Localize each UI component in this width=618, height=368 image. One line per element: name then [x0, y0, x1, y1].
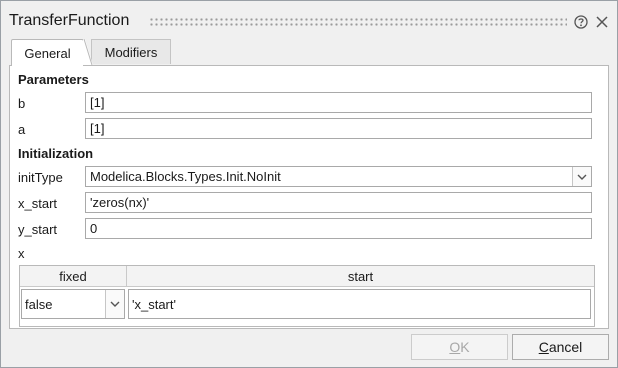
parameters-heading: Parameters	[18, 72, 89, 87]
tab-modifiers[interactable]: Modifiers	[91, 39, 171, 64]
x-start-label: x_start	[18, 196, 58, 211]
fixed-value: false	[25, 297, 53, 312]
x-label: x	[18, 246, 25, 261]
b-label: b	[18, 96, 26, 111]
y-start-field[interactable]: 0	[85, 218, 592, 239]
cancel-label-accel: C	[538, 339, 549, 355]
ok-label-rest: K	[460, 339, 470, 355]
cancel-label-rest: ancel	[548, 339, 583, 355]
window-title: TransferFunction	[9, 12, 130, 29]
start-value: 'x_start'	[132, 297, 176, 312]
y-start-label: y_start	[18, 222, 58, 237]
inittype-dropdown-button[interactable]	[572, 167, 591, 186]
a-field[interactable]: [1]	[85, 118, 592, 139]
ok-label-accel: O	[449, 339, 461, 355]
column-header-fixed[interactable]: fixed	[20, 266, 127, 287]
fixed-dropdown-button[interactable]	[105, 290, 124, 318]
x-start-field[interactable]: 'zeros(nx)'	[85, 192, 592, 213]
tab-general[interactable]: General	[11, 39, 84, 66]
a-label: a	[18, 122, 26, 137]
tab-general-edge	[83, 39, 93, 66]
drag-grip[interactable]	[149, 17, 567, 27]
tab-general-label: General	[24, 45, 71, 61]
inittype-value: Modelica.Blocks.Types.Init.NoInit	[90, 169, 281, 184]
help-icon[interactable]	[574, 15, 588, 29]
inittype-select[interactable]: Modelica.Blocks.Types.Init.NoInit	[85, 166, 592, 187]
ok-button[interactable]: OK	[411, 334, 508, 360]
x-table: fixed start false 'x_start'	[19, 265, 595, 327]
column-header-start-label: start	[347, 268, 374, 284]
inittype-label: initType	[18, 170, 63, 185]
tab-bar: General Modifiers	[9, 39, 609, 66]
dialog-window: TransferFunction General Modifiers Param…	[0, 0, 618, 368]
initialization-heading: Initialization	[18, 146, 94, 161]
start-field[interactable]: 'x_start'	[128, 289, 591, 319]
fixed-select[interactable]: false	[21, 289, 125, 319]
close-icon[interactable]	[595, 15, 609, 29]
general-panel: Parameters b [1] a [1] Initialization in…	[9, 65, 609, 329]
column-header-start[interactable]: start	[127, 266, 594, 287]
b-field[interactable]: [1]	[85, 92, 592, 113]
chevron-down-icon	[577, 174, 587, 180]
column-header-fixed-label: fixed	[59, 268, 87, 284]
chevron-down-icon	[110, 301, 120, 307]
tab-modifiers-label: Modifiers	[104, 44, 158, 60]
cancel-button[interactable]: Cancel	[512, 334, 609, 360]
title-bar[interactable]: TransferFunction	[1, 1, 617, 41]
